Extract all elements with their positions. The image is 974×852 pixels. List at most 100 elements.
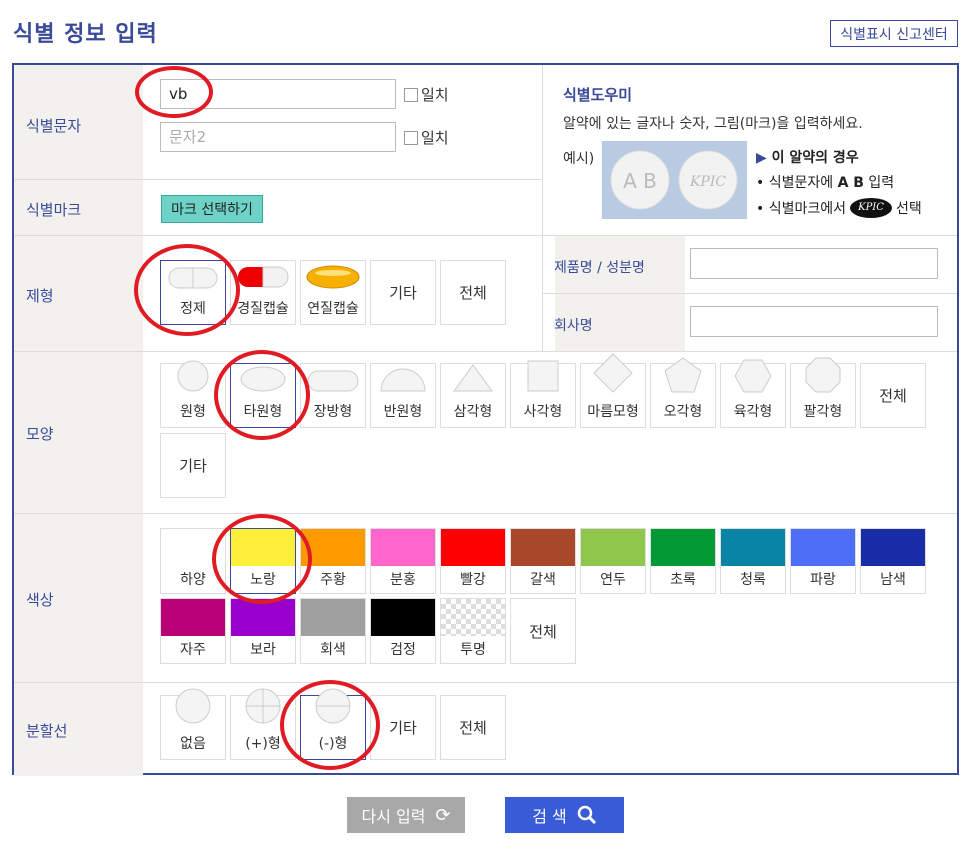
- select-mark-button[interactable]: 마크 선택하기: [161, 195, 263, 223]
- color-fill: [861, 529, 925, 566]
- helper-description: 알약에 있는 글자나 숫자, 그림(마크)을 입력하세요.: [563, 116, 863, 132]
- color-swatch-2[interactable]: 주황: [300, 528, 366, 594]
- helper-line-2: • 식별마크에서 KPIC 선택: [756, 198, 922, 218]
- color-option-label: 보라: [250, 642, 276, 658]
- score-line-option-2[interactable]: (-)형: [300, 688, 366, 760]
- score-line-option-4[interactable]: 전체: [440, 695, 506, 760]
- color-swatch-6[interactable]: 연두: [580, 528, 646, 594]
- score-line-icon: [174, 687, 212, 729]
- reset-button[interactable]: 다시 입력 ⟳: [347, 797, 465, 833]
- color-swatch-0[interactable]: 하양: [160, 528, 226, 594]
- shape-option-label: 타원형: [243, 404, 283, 420]
- label-shape: 모양: [26, 425, 54, 443]
- report-center-button[interactable]: 식별표시 신고센터: [830, 20, 958, 47]
- color-fill: [231, 529, 295, 566]
- color-option-label: 투명: [460, 642, 486, 658]
- score-line-option-3[interactable]: 기타: [370, 695, 436, 760]
- shape-option-label: 장방형: [313, 404, 353, 420]
- refresh-icon: ⟳: [435, 804, 451, 826]
- shape-option-label: 오각형: [663, 404, 703, 420]
- form-option-3[interactable]: 기타: [370, 260, 436, 325]
- checkbox-box[interactable]: [404, 130, 418, 145]
- shape-option-0[interactable]: 원형: [160, 360, 226, 428]
- pill-shape-icon: [239, 365, 287, 397]
- color-swatch-12[interactable]: 보라: [230, 598, 296, 664]
- product-name-input[interactable]: [690, 248, 938, 279]
- score-line-label: 없음: [180, 736, 206, 752]
- shape-option-9[interactable]: 팔각형: [790, 357, 856, 428]
- color-swatch-10[interactable]: 남색: [860, 528, 926, 594]
- exact-match-checkbox-1[interactable]: 일치: [404, 84, 449, 105]
- color-fill: [371, 599, 435, 636]
- shape-option-4[interactable]: 삼각형: [440, 363, 506, 428]
- color-swatch-3[interactable]: 분홍: [370, 528, 436, 594]
- example-pill-svg: A B KPIC: [610, 150, 738, 210]
- shape-option-3[interactable]: 반원형: [370, 363, 436, 428]
- checkbox-box[interactable]: [404, 87, 418, 102]
- shape-option-7[interactable]: 오각형: [650, 357, 716, 428]
- label-color: 색상: [26, 591, 54, 609]
- search-icon: [577, 805, 596, 825]
- color-option-label: 노랑: [250, 572, 276, 588]
- shape-option-label: 마름모형: [587, 404, 639, 420]
- color-option-all[interactable]: 전체: [510, 598, 576, 664]
- score-line-option-0[interactable]: 없음: [160, 688, 226, 760]
- shape-option-1[interactable]: 타원형: [230, 363, 296, 428]
- label-ident-chars: 식별문자: [26, 117, 82, 135]
- exact-match-label: 일치: [421, 86, 449, 104]
- shape-option-10[interactable]: 전체: [860, 363, 926, 428]
- color-swatch-11[interactable]: 자주: [160, 598, 226, 664]
- company-name-input[interactable]: [690, 306, 938, 337]
- helper-line2-suffix: 선택: [896, 201, 922, 217]
- shape-option-8[interactable]: 육각형: [720, 359, 786, 428]
- color-swatch-9[interactable]: 파랑: [790, 528, 856, 594]
- label-bg-rest: [14, 236, 143, 776]
- form-option-0[interactable]: 정제: [160, 260, 226, 325]
- color-fill: [651, 529, 715, 566]
- ident-char1-input[interactable]: [160, 79, 396, 109]
- color-option-label: 자주: [180, 642, 206, 658]
- shape-option-5[interactable]: 사각형: [510, 360, 576, 428]
- search-button[interactable]: 검 색: [505, 797, 624, 833]
- color-option-label: 남색: [880, 572, 906, 588]
- color-fill: [511, 529, 575, 566]
- page-title: 식별 정보 입력: [13, 22, 158, 47]
- helper-case-title: ▶ 이 알약의 경우: [756, 147, 859, 167]
- ident-char2-input[interactable]: [160, 122, 396, 152]
- exact-match-checkbox-2[interactable]: 일치: [404, 127, 449, 148]
- color-swatch-1[interactable]: 노랑: [230, 528, 296, 594]
- score-line-label: 전체: [459, 719, 487, 737]
- color-swatch-4[interactable]: 빨강: [440, 528, 506, 594]
- form-option-4[interactable]: 전체: [440, 260, 506, 325]
- sample-right-text: KPIC: [689, 174, 726, 190]
- kpic-mark-icon: KPIC: [850, 198, 892, 218]
- color-fill: [161, 529, 225, 566]
- shape-option-2[interactable]: 장방형: [300, 363, 366, 428]
- color-swatch-5[interactable]: 갈색: [510, 528, 576, 594]
- score-line-icon: [244, 687, 282, 729]
- color-swatch-15[interactable]: 투명: [440, 598, 506, 664]
- form-option-1[interactable]: 경질캡슐: [230, 260, 296, 325]
- shape-option-6[interactable]: 마름모형: [580, 353, 646, 428]
- color-fill: [161, 599, 225, 636]
- color-swatch-14[interactable]: 검정: [370, 598, 436, 664]
- color-option-label: 분홍: [390, 572, 416, 588]
- color-swatch-13[interactable]: 회색: [300, 598, 366, 664]
- shape-option-label: 반원형: [383, 404, 423, 420]
- label-score-line: 분할선: [26, 722, 68, 740]
- shape-option-11[interactable]: 기타: [160, 433, 226, 498]
- color-option-label: 회색: [320, 642, 346, 658]
- divider: [14, 179, 543, 180]
- form-option-2[interactable]: 연질캡슐: [300, 260, 366, 325]
- form-option-label: 경질캡슐: [237, 301, 289, 317]
- color-fill: [301, 599, 365, 636]
- color-option-label: 주황: [320, 572, 346, 588]
- pill-form-icon: [235, 264, 291, 294]
- color-swatch-8[interactable]: 청록: [720, 528, 786, 594]
- score-line-option-1[interactable]: (+)형: [230, 688, 296, 760]
- divider: [543, 293, 957, 294]
- color-swatch-7[interactable]: 초록: [650, 528, 716, 594]
- helper-example-label: 예시): [563, 151, 595, 167]
- helper-line2-prefix: • 식별마크에서: [756, 201, 846, 217]
- color-fill: [231, 599, 295, 636]
